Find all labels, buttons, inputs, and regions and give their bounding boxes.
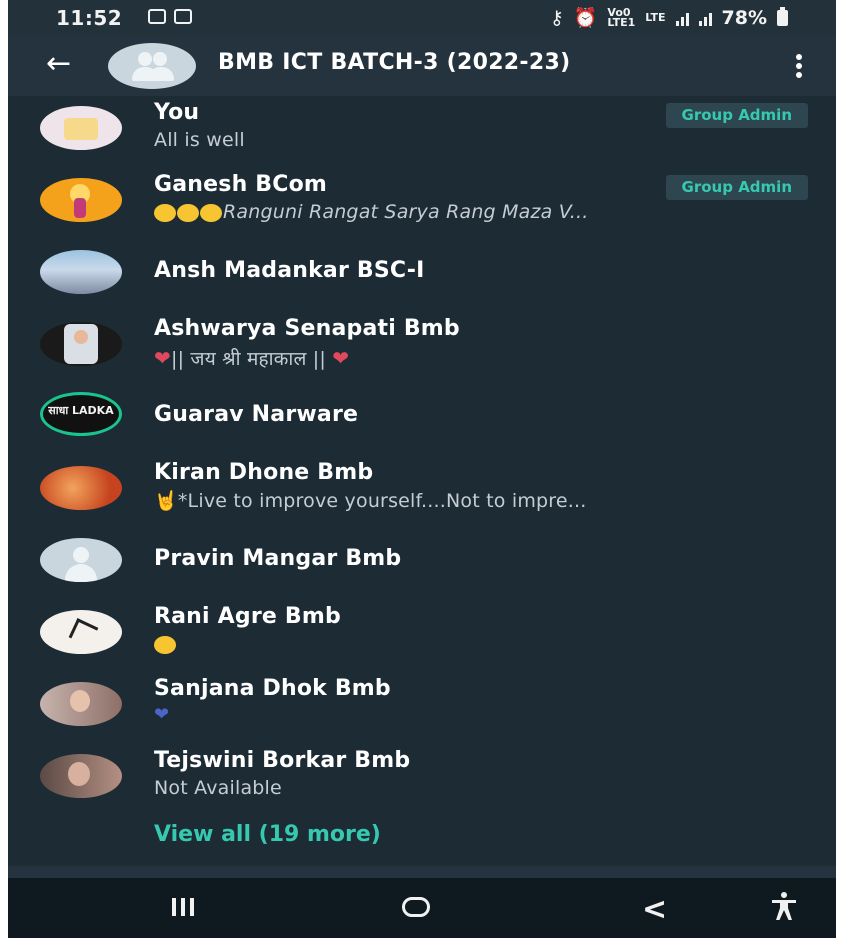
- heart-emoji-icon: ❤: [154, 346, 171, 370]
- avatar: [40, 178, 122, 222]
- member-name: You: [154, 100, 200, 125]
- view-all-members-link[interactable]: View all (19 more): [154, 822, 381, 847]
- member-row-sanjana[interactable]: Sanjana Dhok Bmb ❤: [8, 672, 836, 744]
- lte-indicator: LTE: [645, 10, 666, 24]
- laughing-emoji-icon: [154, 203, 176, 222]
- default-avatar-icon: [40, 538, 122, 582]
- member-name: Ashwarya Senapati Bmb: [154, 316, 460, 341]
- member-row-tejswini[interactable]: Tejswini Borkar Bmb Not Available: [8, 744, 836, 816]
- photo-notification-icon: [174, 9, 192, 24]
- avatar: [40, 106, 122, 150]
- avatar: [40, 322, 122, 366]
- member-about: All is well: [154, 129, 245, 151]
- group-admin-badge: Group Admin: [665, 175, 808, 200]
- member-about: Ranguni Rangat Sarya Rang Maza V...: [154, 201, 814, 223]
- app-header: ← BMB ICT BATCH-3 (2022-23): [8, 36, 836, 96]
- recents-icon[interactable]: [172, 898, 194, 916]
- member-row-ashwarya[interactable]: Ashwarya Senapati Bmb ❤|| जय श्री महाकाल…: [8, 312, 836, 384]
- group-title[interactable]: BMB ICT BATCH-3 (2022-23): [218, 50, 570, 75]
- member-about: ❤: [154, 703, 814, 725]
- member-about: [154, 633, 814, 655]
- battery-icon: [777, 6, 788, 26]
- member-name: Kiran Dhone Bmb: [154, 460, 374, 485]
- heart-emoji-icon: ❤: [332, 346, 350, 370]
- member-name: Ansh Madankar BSC-I: [154, 258, 425, 283]
- system-nav-bar: <: [8, 878, 836, 938]
- avatar: [40, 250, 122, 294]
- member-about: Not Available: [154, 777, 282, 799]
- nav-back-icon[interactable]: <: [642, 892, 667, 927]
- home-icon[interactable]: [402, 897, 430, 917]
- member-name: Pravin Mangar Bmb: [154, 546, 402, 571]
- member-row-pravin[interactable]: Pravin Mangar Bmb: [8, 528, 836, 600]
- member-name: Guarav Narware: [154, 402, 359, 427]
- group-admin-badge: Group Admin: [665, 103, 808, 128]
- member-row-kiran[interactable]: Kiran Dhone Bmb 🤘*Live to improve yourse…: [8, 456, 836, 528]
- avatar: [40, 610, 122, 654]
- member-name: Sanjana Dhok Bmb: [154, 676, 391, 701]
- key-icon: ⚷: [549, 6, 564, 29]
- member-about: 🤘*Live to improve yourself....Not to imp…: [154, 490, 587, 512]
- volte-indicator: Vo0 LTE1: [607, 5, 636, 29]
- blue-heart-emoji-icon: ❤: [154, 704, 170, 725]
- avatar: [40, 466, 122, 510]
- member-name: Tejswini Borkar Bmb: [154, 748, 411, 773]
- avatar: [40, 754, 122, 798]
- avatar: [40, 682, 122, 726]
- member-about: ❤|| जय श्री महाकाल || ❤: [154, 346, 350, 370]
- signal-icon-1: [675, 10, 689, 26]
- status-indicators: ⚷ ⏰ Vo0 LTE1 LTE 78%: [550, 6, 788, 29]
- laughing-emoji-icon: [177, 203, 199, 222]
- signal-icon-2: [698, 10, 712, 26]
- member-row-you[interactable]: You All is well Group Admin: [8, 96, 836, 168]
- member-name: Ganesh BCom: [154, 172, 328, 197]
- back-arrow-icon[interactable]: ←: [46, 48, 71, 80]
- laughing-emoji-icon: [200, 203, 222, 222]
- member-row-ganesh[interactable]: Ganesh BCom Ranguni Rangat Sarya Rang Ma…: [8, 168, 836, 240]
- member-row-guarav[interactable]: साधा LADKA Guarav Narware: [8, 384, 836, 456]
- accessibility-icon[interactable]: [768, 890, 800, 922]
- member-list: You All is well Group Admin Ganesh BCom …: [8, 96, 836, 866]
- rock-hand-emoji-icon: 🤘: [154, 490, 178, 512]
- member-row-rani[interactable]: Rani Agre Bmb: [8, 600, 836, 672]
- group-avatar-icon[interactable]: [108, 43, 196, 89]
- smile-emoji-icon: [154, 635, 176, 654]
- avatar: साधा LADKA: [40, 392, 122, 436]
- alarm-icon: ⏰: [573, 7, 598, 29]
- gallery-notification-icon: [148, 9, 166, 24]
- member-name: Rani Agre Bmb: [154, 604, 341, 629]
- phone-screen: 11:52 ⚷ ⏰ Vo0 LTE1 LTE 78% ← BMB ICT BATC…: [8, 0, 836, 938]
- member-row-ansh[interactable]: Ansh Madankar BSC-I: [8, 240, 836, 312]
- section-divider: [8, 866, 836, 878]
- status-time: 11:52: [56, 6, 123, 30]
- more-vert-icon[interactable]: [796, 54, 802, 78]
- battery-level: 78%: [721, 6, 767, 29]
- status-bar: 11:52 ⚷ ⏰ Vo0 LTE1 LTE 78%: [8, 0, 836, 36]
